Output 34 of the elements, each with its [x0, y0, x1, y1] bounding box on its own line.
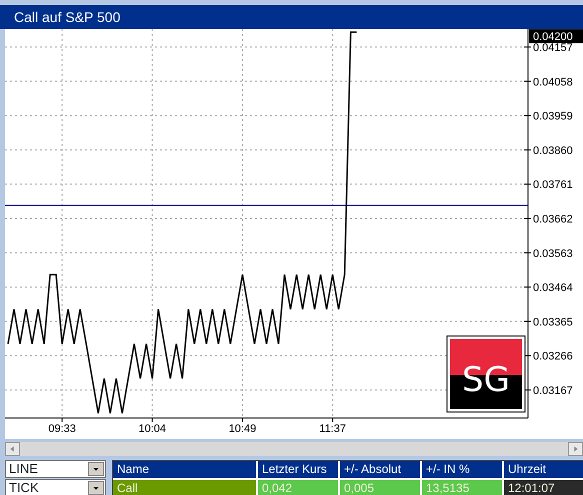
table-cell: 12:01:07 [504, 480, 583, 495]
y-axis-label: 0.03860 [533, 144, 573, 157]
table-cell: 13,5135 [422, 480, 502, 495]
column-header: +/- IN % [422, 461, 502, 478]
x-axis-label: 09:33 [48, 423, 76, 435]
scroll-right-icon[interactable] [568, 442, 583, 456]
column-header: Uhrzeit [504, 461, 583, 478]
table-cell: Call [113, 480, 256, 495]
column-header: Letzter Kurs [258, 461, 338, 478]
x-axis-label: 10:04 [138, 423, 166, 435]
dropdown[interactable]: TICK [5, 479, 106, 495]
y-axis-label: 0.03662 [533, 213, 573, 226]
scroll-left-icon[interactable] [5, 442, 20, 456]
column-header: Name [113, 461, 256, 478]
y-axis-label: 0.03563 [533, 248, 573, 260]
caret-icon[interactable] [88, 462, 104, 476]
y-axis-label: 0.03959 [533, 110, 573, 123]
table-cell: 0,042 [258, 480, 338, 495]
y-axis-label: 0.04058 [533, 76, 573, 88]
table-cell: 0,005 [340, 480, 420, 495]
current-price-label: 0.04200 [529, 29, 583, 44]
y-axis-label: 0.03167 [533, 384, 573, 397]
horizontal-scrollbar[interactable] [5, 442, 583, 456]
window-title: Call auf S&P 500 [0, 5, 583, 29]
x-axis-label: 11:37 [319, 423, 346, 435]
column-header: +/- Absolut [340, 461, 420, 478]
y-axis-label: 0.03761 [533, 179, 573, 192]
y-axis-label: 0.03266 [533, 350, 573, 363]
dropdown[interactable]: LINE [5, 460, 106, 478]
y-axis-label: 0.03464 [533, 282, 573, 294]
y-axis-label: 0.03365 [533, 316, 573, 328]
x-axis-label: 10:49 [228, 423, 256, 435]
caret-icon[interactable] [88, 481, 104, 495]
y-axis-label: 0.04157 [533, 42, 573, 54]
